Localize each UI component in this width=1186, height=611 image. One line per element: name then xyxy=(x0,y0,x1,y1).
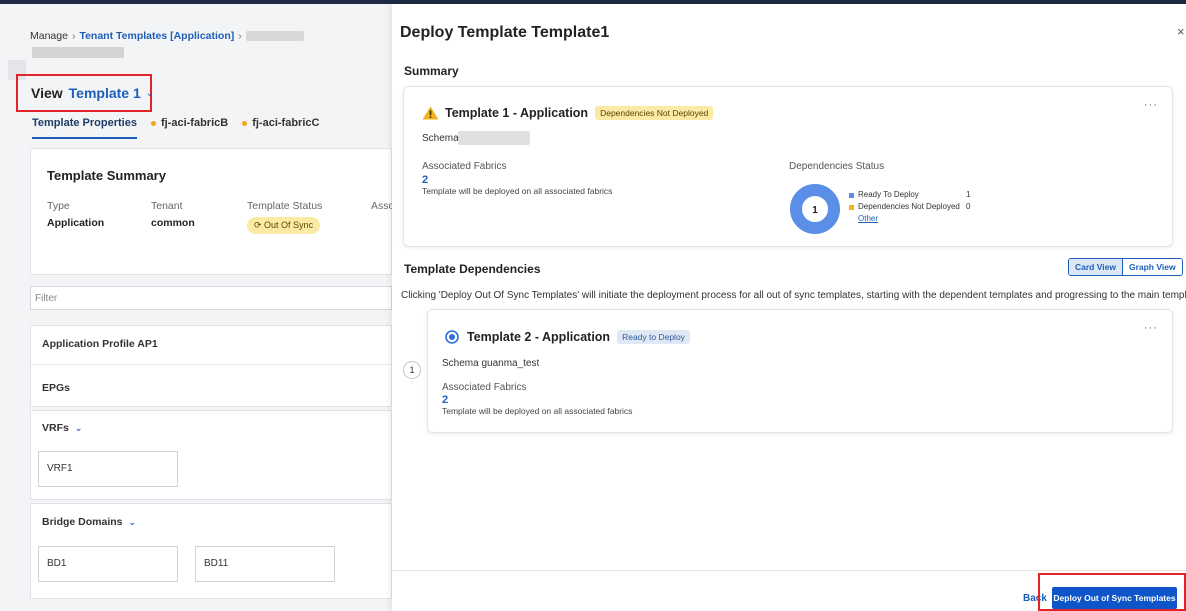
main-template-card: Template 1 - Application Dependencies No… xyxy=(403,86,1173,247)
view-toggle: Card View Graph View xyxy=(1068,258,1183,276)
legend-label: Dependencies Not Deployed xyxy=(858,202,960,211)
breadcrumb-manage[interactable]: Manage xyxy=(30,30,68,42)
legend-other-link[interactable]: Other xyxy=(858,213,878,225)
assoc-fabrics-count[interactable]: 2 xyxy=(422,174,428,186)
template-tabs: Template Properties fj-aci-fabricB fj-ac… xyxy=(32,117,319,141)
bridge-domains-section: Bridge Domains ⌄ BD1 BD11 xyxy=(30,503,392,599)
legend-count: 0 xyxy=(966,202,971,211)
legend-count: 1 xyxy=(966,190,971,199)
legend-ready: Ready To Deploy 1 xyxy=(849,189,970,201)
dependency-assoc-count[interactable]: 2 xyxy=(442,394,448,406)
bridge-domains-header[interactable]: Bridge Domains ⌄ xyxy=(42,516,136,528)
main-template-title: Template 1 - Application xyxy=(445,106,589,120)
vrf-item[interactable]: VRF1 xyxy=(38,451,178,487)
radio-icon xyxy=(445,330,459,344)
schema-redacted xyxy=(458,131,530,145)
template-page: Manage › Tenant Templates [Application] › V… xyxy=(0,4,392,611)
chevron-down-icon[interactable]: ⌄ xyxy=(75,423,83,433)
summary-type: Type Application xyxy=(47,200,104,229)
type-value: Application xyxy=(47,217,105,229)
tab-fabric-b[interactable]: fj-aci-fabricB xyxy=(150,117,229,139)
deploy-out-of-sync-button[interactable]: Deploy Out of Sync Templates xyxy=(1052,587,1177,609)
breadcrumb: Manage › Tenant Templates [Application] › xyxy=(30,30,304,42)
application-profile-section: Application Profile AP1 EPGs xyxy=(30,325,392,407)
warning-icon xyxy=(422,106,439,120)
template-summary-title: Template Summary xyxy=(47,168,166,183)
vrfs-header[interactable]: VRFs ⌄ xyxy=(42,422,82,434)
bridge-domains-title: Bridge Domains xyxy=(42,516,123,528)
dependency-assoc-note: Template will be deployed on all associa… xyxy=(442,406,633,416)
summary-assoc: Asso xyxy=(371,200,392,217)
filter-input[interactable]: Filter xyxy=(30,286,392,310)
assoc-fabrics-label: Associated Fabrics xyxy=(422,161,507,172)
breadcrumb-separator: › xyxy=(238,30,242,42)
assoc-fabrics-note: Template will be deployed on all associa… xyxy=(422,186,613,196)
deploy-note: Clicking 'Deploy Out Of Sync Templates' … xyxy=(401,290,1186,301)
ready-badge: Ready to Deploy xyxy=(617,330,690,344)
deploy-template-drawer: Deploy Template Template1 × Summary Temp… xyxy=(392,4,1186,611)
legend-label: Ready To Deploy xyxy=(858,190,919,199)
tab-label: fj-aci-fabricC xyxy=(252,117,320,129)
application-profile-title[interactable]: Application Profile AP1 xyxy=(42,338,158,350)
bd-item[interactable]: BD11 xyxy=(195,546,335,582)
tab-template-properties[interactable]: Template Properties xyxy=(32,117,137,139)
tenant-label: Tenant xyxy=(151,200,183,212)
epgs-title[interactable]: EPGs xyxy=(42,382,70,394)
dependency-template-title: Template 2 - Application xyxy=(467,330,611,344)
more-icon[interactable]: ··· xyxy=(1144,99,1158,111)
tab-fabric-c[interactable]: fj-aci-fabricC xyxy=(242,117,319,139)
legend-swatch xyxy=(849,192,854,198)
dependency-step-number: 1 xyxy=(403,361,421,379)
chevron-down-icon[interactable]: ⌄ xyxy=(129,517,137,527)
summary-tenant: Tenant common xyxy=(151,200,195,229)
view-template-value[interactable]: Template 1 xyxy=(69,85,141,101)
dependency-schema: Schema guanma_test xyxy=(442,358,540,369)
status-badge: ⟳ Out Of Sync xyxy=(247,217,321,234)
card-view-button[interactable]: Card View xyxy=(1069,259,1122,275)
close-icon[interactable]: × xyxy=(1177,24,1185,39)
breadcrumb-tenant-templates[interactable]: Tenant Templates [Application] xyxy=(79,30,234,42)
breadcrumb-separator: › xyxy=(71,30,76,42)
dependency-template-card: Template 2 - Application Ready to Deploy… xyxy=(427,309,1173,433)
tab-label: fj-aci-fabricB xyxy=(160,117,229,129)
drawer-title: Deploy Template Template1 xyxy=(400,24,610,41)
dependency-template-header: Template 2 - Application Ready to Deploy xyxy=(445,330,690,344)
breadcrumb-redacted xyxy=(245,31,304,42)
dependencies-badge: Dependencies Not Deployed xyxy=(595,106,714,120)
dependencies-legend: Ready To Deploy 1 Dependencies Not Deplo… xyxy=(849,189,970,225)
legend-not-deployed: Dependencies Not Deployed 0 xyxy=(849,201,970,213)
assoc-label: Asso xyxy=(371,200,392,212)
summary-heading: Summary xyxy=(404,64,459,78)
dependencies-status-label: Dependencies Status xyxy=(789,161,885,172)
view-label: View xyxy=(31,85,63,101)
status-dot-icon xyxy=(150,120,156,126)
schema-label: Schema xyxy=(422,133,459,144)
vrfs-section: VRFs ⌄ VRF1 xyxy=(30,410,392,500)
dependencies-donut: 1 xyxy=(789,183,841,235)
more-icon[interactable]: ··· xyxy=(1144,322,1158,334)
divider xyxy=(31,364,391,365)
donut-center-value: 1 xyxy=(812,205,818,216)
summary-status: Template Status ⟳ Out Of Sync xyxy=(247,200,322,234)
vrfs-title: VRFs xyxy=(42,422,69,434)
template-dependencies-heading: Template Dependencies xyxy=(404,262,541,276)
legend-other[interactable]: Other xyxy=(849,213,970,225)
status-label: Template Status xyxy=(247,200,323,212)
status-badge-text: Out Of Sync xyxy=(264,220,314,230)
footer-divider xyxy=(392,570,1186,571)
type-label: Type xyxy=(47,200,70,212)
dependency-assoc-label: Associated Fabrics xyxy=(442,382,527,393)
status-dot-icon xyxy=(242,120,248,126)
main-template-header: Template 1 - Application Dependencies No… xyxy=(422,106,714,120)
tenant-value: common xyxy=(151,217,195,229)
donut-chart: 1 xyxy=(790,184,840,234)
chevron-down-icon[interactable]: ⌄ xyxy=(146,88,154,99)
view-template-selector[interactable]: View Template 1 ⌄ xyxy=(16,74,154,112)
redacted-subtitle xyxy=(32,47,124,58)
legend-swatch xyxy=(849,204,854,210)
graph-view-button[interactable]: Graph View xyxy=(1121,259,1182,275)
template-summary-card: Template Summary Type Application Tenant… xyxy=(30,148,392,275)
bd-item[interactable]: BD1 xyxy=(38,546,178,582)
